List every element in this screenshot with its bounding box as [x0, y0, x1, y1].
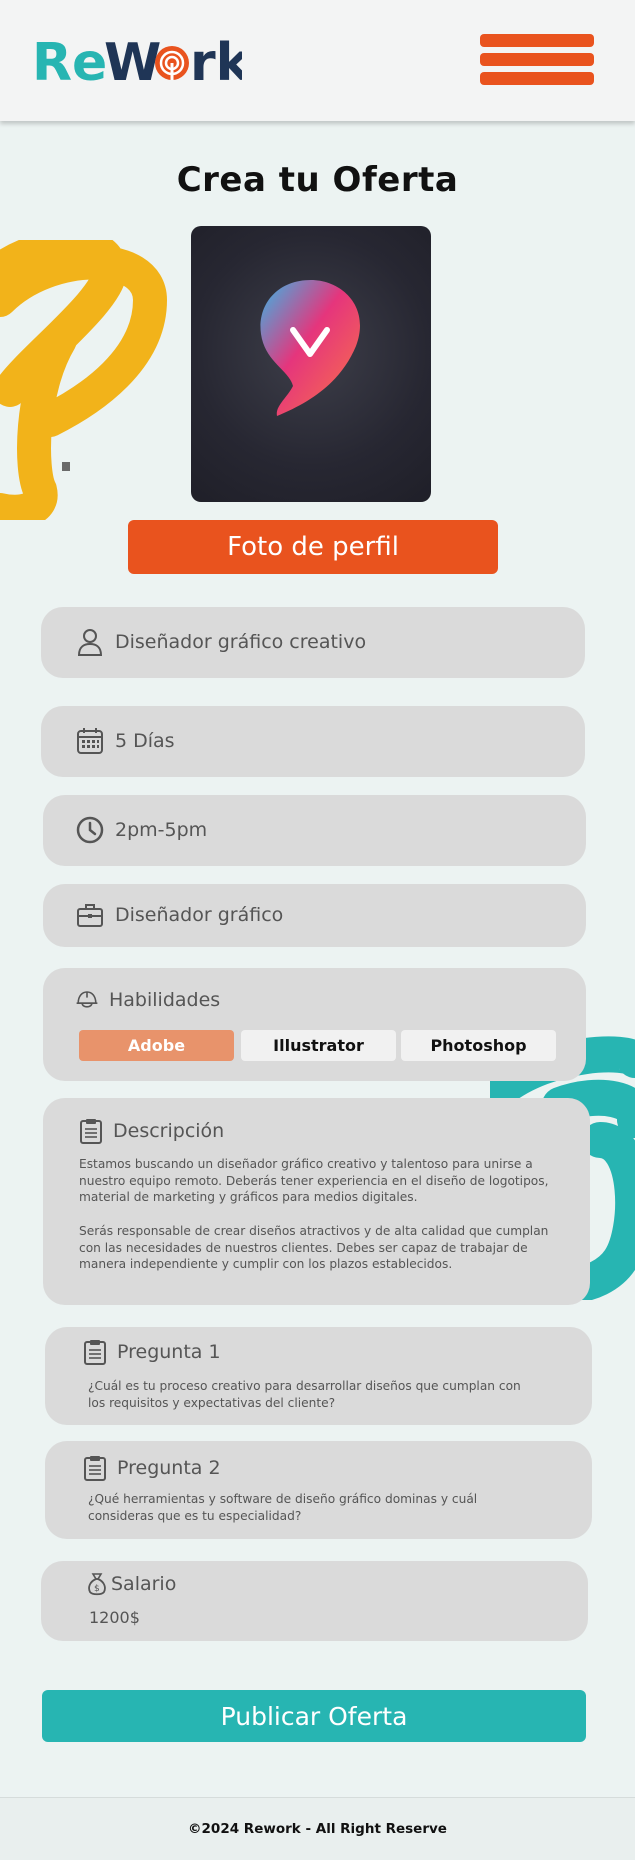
footer-copyright: ©2024 Rework - All Right Reserve: [188, 1821, 447, 1837]
offer-title-value: Diseñador gráfico creativo: [115, 631, 367, 653]
question-2-label: Pregunta 2: [117, 1457, 221, 1479]
skill-chip-illustrator[interactable]: Illustrator: [241, 1030, 396, 1061]
app-header: Re W rk: [0, 0, 635, 121]
svg-text:$: $: [94, 1584, 100, 1594]
hamburger-menu-icon[interactable]: [480, 34, 594, 86]
rework-logo[interactable]: Re W rk: [32, 28, 242, 88]
page-footer: ©2024 Rework - All Right Reserve: [0, 1797, 635, 1860]
offer-duration-field[interactable]: 5 Días: [41, 706, 585, 777]
money-bag-icon: $: [85, 1571, 109, 1597]
skills-section: Habilidades: [43, 968, 586, 1081]
profile-photo-button[interactable]: Foto de perfil: [128, 520, 498, 574]
salary-label: Salario: [111, 1573, 177, 1595]
offer-category-value: Diseñador gráfico: [115, 904, 284, 926]
question-1-label: Pregunta 1: [117, 1341, 221, 1363]
calendar-icon: [75, 726, 105, 756]
clipboard-icon: [83, 1455, 107, 1481]
yellow-swirl-decoration: [0, 240, 168, 520]
svg-text:Re: Re: [32, 33, 107, 88]
description-paragraph-2: Serás responsable de crear diseños atrac…: [79, 1224, 549, 1271]
description-label: Descripción: [113, 1120, 225, 1142]
svg-text:W: W: [104, 33, 161, 88]
question-1-text: ¿Cuál es tu proceso creativo para desarr…: [88, 1379, 521, 1410]
salary-field[interactable]: $ Salario 1200$: [41, 1561, 588, 1641]
skill-chip-adobe[interactable]: Adobe: [79, 1030, 234, 1061]
offer-title-field[interactable]: Diseñador gráfico creativo: [41, 607, 585, 678]
salary-value: 1200$: [89, 1608, 140, 1627]
clipboard-icon: [79, 1118, 103, 1144]
publish-offer-button[interactable]: Publicar Oferta: [42, 1690, 586, 1742]
offer-schedule-value: 2pm-5pm: [115, 819, 208, 841]
user-icon: [75, 627, 105, 657]
helmet-icon: [75, 988, 99, 1012]
skills-label: Habilidades: [109, 989, 221, 1011]
offer-schedule-field[interactable]: 2pm-5pm: [43, 795, 586, 866]
question-1-section[interactable]: Pregunta 1 ¿Cuál es tu proceso creativo …: [45, 1327, 592, 1425]
clock-icon: [75, 815, 105, 845]
briefcase-icon: [75, 900, 105, 930]
clipboard-icon: [83, 1339, 107, 1365]
question-2-section[interactable]: Pregunta 2 ¿Qué herramientas y software …: [45, 1441, 592, 1539]
skill-chip-photoshop[interactable]: Photoshop: [401, 1030, 556, 1061]
page-title: Crea tu Oferta: [176, 160, 459, 200]
question-2-text: ¿Qué herramientas y software de diseño g…: [88, 1492, 478, 1523]
offer-duration-value: 5 Días: [115, 730, 175, 752]
offer-category-field[interactable]: Diseñador gráfico: [43, 884, 586, 947]
description-section[interactable]: Descripción Estamos buscando un diseñado…: [43, 1098, 590, 1305]
description-paragraph-1: Estamos buscando un diseñador gráfico cr…: [79, 1157, 549, 1204]
svg-text:rk: rk: [190, 33, 242, 88]
profile-photo[interactable]: [191, 226, 431, 502]
profile-logo-image: [260, 280, 360, 416]
